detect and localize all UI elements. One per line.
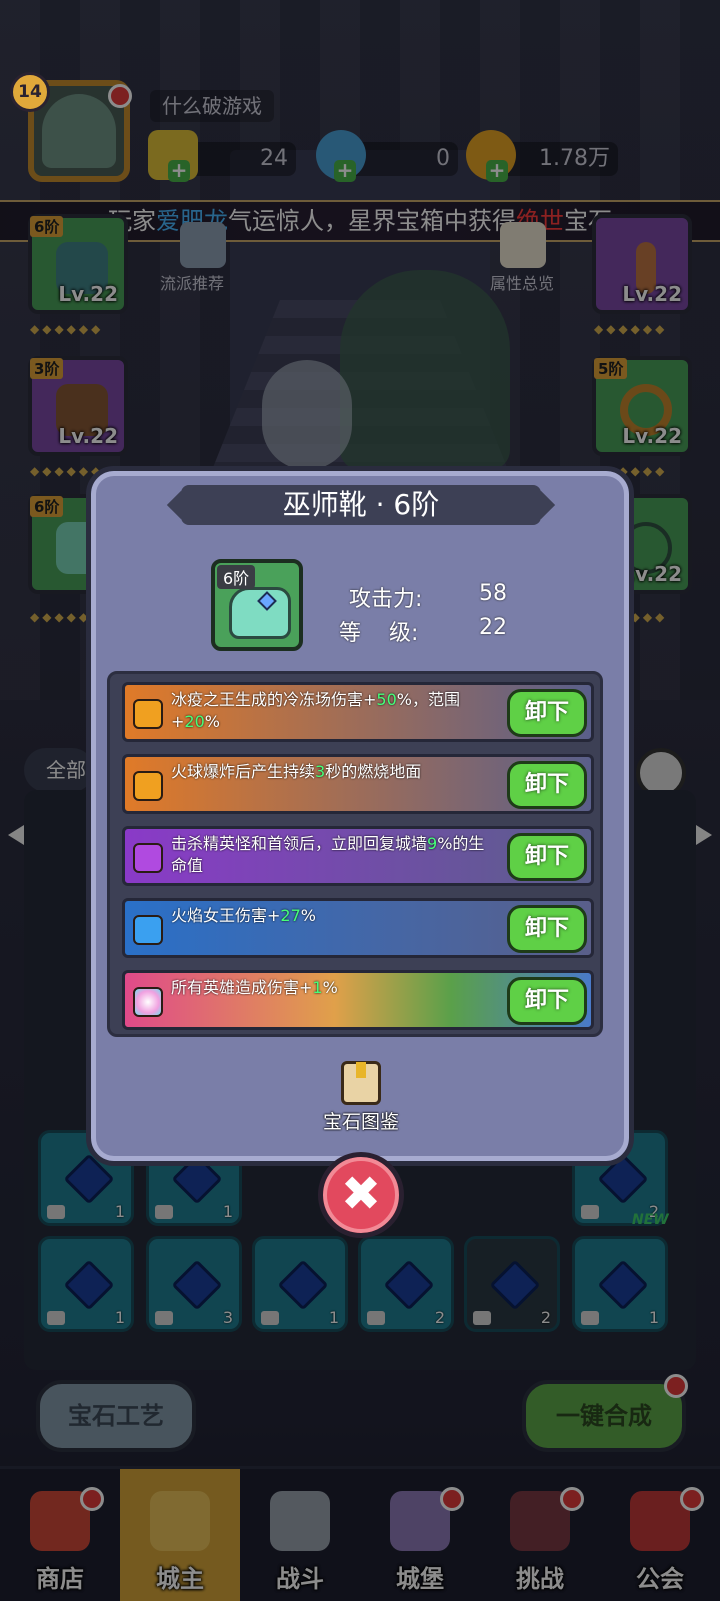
- codex-book-icon: [341, 1061, 381, 1105]
- modal-title: 巫师靴 · 6阶: [181, 485, 541, 525]
- item-icon-frame: 6阶: [211, 559, 303, 651]
- stat-value-level: 22: [479, 615, 507, 640]
- orange-hexagon-gem-icon: [133, 771, 163, 801]
- unequip-gem-button[interactable]: 卸下: [507, 905, 587, 953]
- close-modal-button[interactable]: ✖: [318, 1152, 404, 1238]
- equipment-detail-modal: 巫师靴 · 6阶 6阶 攻击力: 58 等 级: 22 冰疫之王生成的冷冻场伤害…: [86, 466, 634, 1166]
- gem-slot-3: 击杀精英怪和首领后，立即回复城墙9%的生命值 卸下: [122, 826, 594, 886]
- gem-effect-text: 火球爆炸后产生持续3秒的燃烧地面: [171, 762, 422, 781]
- orange-hexagon-gem-icon: [133, 699, 163, 729]
- gem-slot-1: 冰疫之王生成的冷冻场伤害+50%，范围+20% 卸下: [122, 682, 594, 742]
- stat-label-attack: 攻击力:: [349, 587, 423, 612]
- stat-label-level: 等 级:: [339, 621, 419, 646]
- unequip-gem-button[interactable]: 卸下: [507, 833, 587, 881]
- gem-slot-2: 火球爆炸后产生持续3秒的燃烧地面 卸下: [122, 754, 594, 814]
- rainbow-star-gem-icon: [133, 987, 163, 1017]
- gem-effect-text: 火焰女王伤害+27%: [171, 906, 316, 925]
- item-tier: 6阶: [217, 565, 256, 589]
- unequip-gem-button[interactable]: 卸下: [507, 689, 587, 737]
- gem-codex-button[interactable]: 宝石图鉴: [311, 1061, 411, 1134]
- unequip-gem-button[interactable]: 卸下: [507, 761, 587, 809]
- gem-codex-label: 宝石图鉴: [322, 1111, 399, 1133]
- gem-effect-text: 击杀精英怪和首领后，立即回复城墙9%的生命值: [171, 834, 485, 875]
- blue-gem-icon: [133, 915, 163, 945]
- wizard-boots-icon: [229, 587, 291, 639]
- stat-value-attack: 58: [479, 581, 507, 606]
- boot-gem-icon: [257, 591, 277, 611]
- gem-effect-text: 所有英雄造成伤害+1%: [171, 978, 338, 997]
- gem-slot-4: 火焰女王伤害+27% 卸下: [122, 898, 594, 958]
- purple-pentagon-gem-icon: [133, 843, 163, 873]
- socketed-gem-list: 冰疫之王生成的冷冻场伤害+50%，范围+20% 卸下 火球爆炸后产生持续3秒的燃…: [107, 671, 603, 1037]
- player-level-badge: 14: [10, 72, 50, 112]
- unequip-gem-button[interactable]: 卸下: [507, 977, 587, 1025]
- gem-slot-5: 所有英雄造成伤害+1% 卸下: [122, 970, 594, 1030]
- gem-effect-text: 冰疫之王生成的冷冻场伤害+50%，范围+20%: [171, 690, 460, 731]
